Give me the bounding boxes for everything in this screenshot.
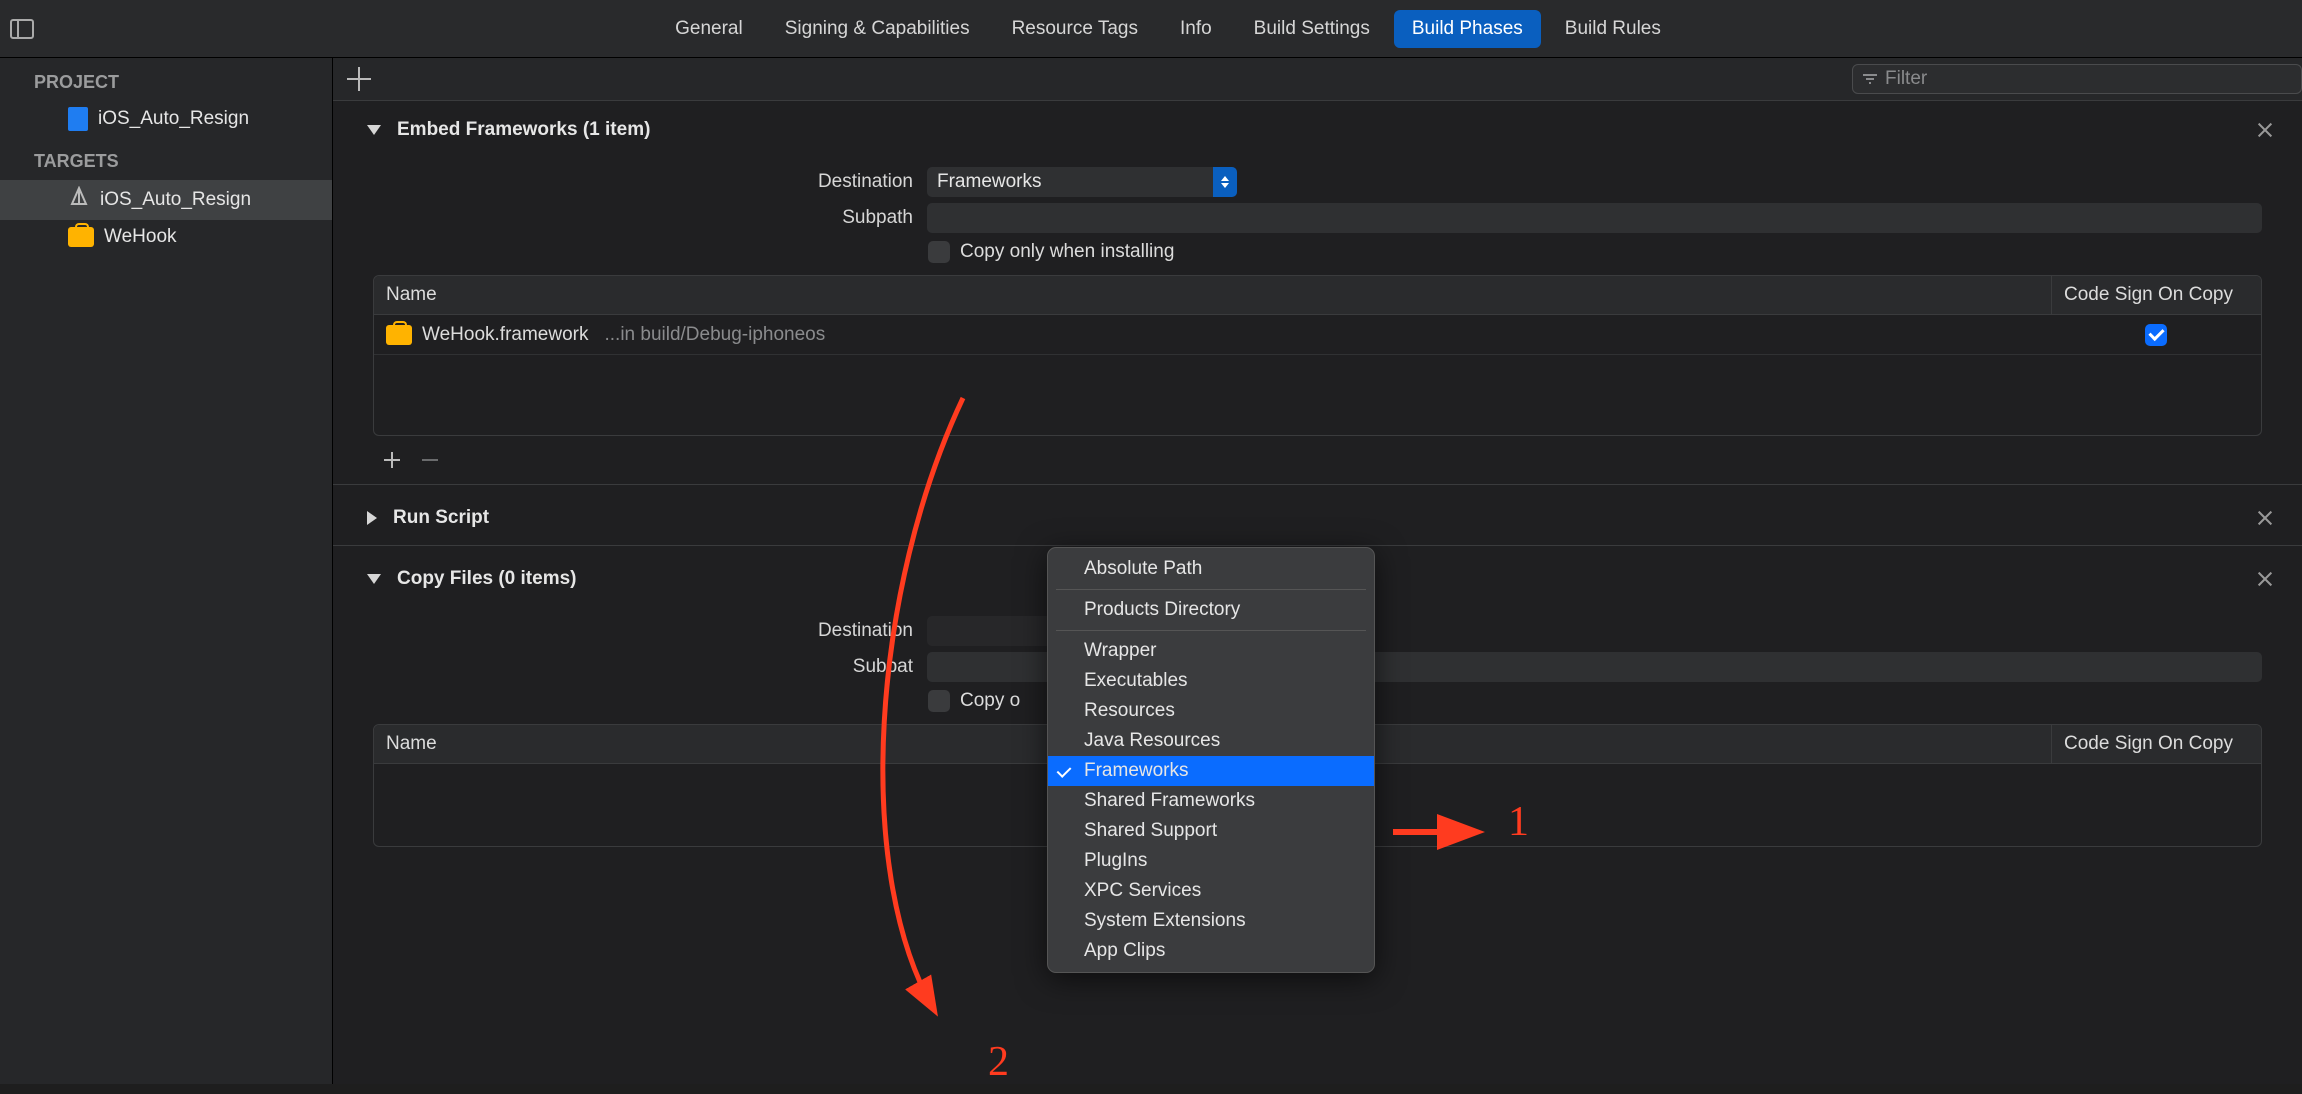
menu-item-absolute-path[interactable]: Absolute Path <box>1048 554 1374 584</box>
menu-item-xpc-services[interactable]: XPC Services <box>1048 876 1374 906</box>
copy-only-label: Copy only when installing <box>960 241 1174 263</box>
tab-general[interactable]: General <box>657 10 761 48</box>
menu-item-resources[interactable]: Resources <box>1048 696 1374 726</box>
filter-input[interactable]: Filter <box>1852 64 2302 94</box>
copy-only-checkbox[interactable] <box>928 241 950 263</box>
phase-topbar: Filter <box>333 58 2302 101</box>
phase-title: Copy Files (0 items) <box>397 568 577 590</box>
target-label: WeHook <box>104 226 177 248</box>
table-row[interactable]: WeHook.framework ...in build/Debug-iphon… <box>374 315 2261 355</box>
disclosure-triangle-icon[interactable] <box>367 511 377 525</box>
menu-item-executables[interactable]: Executables <box>1048 666 1374 696</box>
panel-toggle-icon[interactable] <box>10 19 34 39</box>
toolbox-icon <box>68 227 94 247</box>
remove-phase-icon[interactable] <box>2256 570 2274 588</box>
tab-build-phases[interactable]: Build Phases <box>1394 10 1541 48</box>
annotation-2: 2 <box>988 1038 1009 1086</box>
destination-label: Destination <box>373 620 913 642</box>
editor-tabs: GeneralSigning & CapabilitiesResource Ta… <box>657 10 1679 48</box>
destination-dropdown: Absolute Path Products Directory WrapperEx… <box>1047 547 1375 973</box>
tab-resource-tags[interactable]: Resource Tags <box>994 10 1156 48</box>
phase-title: Run Script <box>393 507 489 529</box>
section-label-project: PROJECT <box>0 58 332 101</box>
disclosure-triangle-icon[interactable] <box>367 574 381 584</box>
add-row-icon[interactable] <box>375 448 409 472</box>
subpath-label: Subpat <box>373 656 913 678</box>
framework-icon <box>386 325 412 345</box>
col-name: Name <box>374 276 2051 314</box>
col-code-sign: Code Sign On Copy <box>2051 725 2261 763</box>
filter-placeholder: Filter <box>1885 68 1927 90</box>
tab-build-rules[interactable]: Build Rules <box>1547 10 1679 48</box>
project-doc-icon <box>68 107 88 131</box>
phase-run-script: Run Script <box>333 489 2302 541</box>
remove-row-icon[interactable] <box>413 448 447 472</box>
remove-phase-icon[interactable] <box>2256 121 2274 139</box>
menu-item-plugins[interactable]: PlugIns <box>1048 846 1374 876</box>
disclosure-triangle-icon[interactable] <box>367 125 381 135</box>
menu-separator <box>1056 630 1366 631</box>
tab-info[interactable]: Info <box>1162 10 1230 48</box>
project-navigator: PROJECT iOS_Auto_Resign TARGETS iOS_Auto… <box>0 58 333 1084</box>
project-item[interactable]: iOS_Auto_Resign <box>0 101 332 137</box>
destination-value: Frameworks <box>937 171 1042 193</box>
tab-signing-capabilities[interactable]: Signing & Capabilities <box>767 10 988 48</box>
phase-embed-frameworks: Embed Frameworks (1 item) Destination Fr… <box>333 101 2302 480</box>
menu-separator <box>1056 589 1366 590</box>
destination-select[interactable]: Frameworks <box>927 167 1237 197</box>
subpath-label: Subpath <box>373 207 913 229</box>
menu-item-wrapper[interactable]: Wrapper <box>1048 636 1374 666</box>
code-sign-checkbox[interactable] <box>2145 324 2167 346</box>
build-phases-pane: Filter Embed Frameworks (1 item) Destina… <box>333 58 2302 1084</box>
copy-only-label: Copy o <box>960 690 1020 712</box>
subpath-input[interactable] <box>927 203 2262 233</box>
target-item-wehook[interactable]: WeHook <box>0 220 332 254</box>
framework-path: ...in build/Debug-iphoneos <box>604 324 825 346</box>
add-phase-icon[interactable] <box>347 67 371 91</box>
app-icon <box>68 186 90 214</box>
menu-item-shared-support[interactable]: Shared Support <box>1048 816 1374 846</box>
chevron-updown-icon <box>1213 167 1237 197</box>
framework-name: WeHook.framework <box>422 324 588 346</box>
destination-label: Destination <box>373 171 913 193</box>
target-label: iOS_Auto_Resign <box>100 189 251 211</box>
menu-item-shared-frameworks[interactable]: Shared Frameworks <box>1048 786 1374 816</box>
phase-header-runscript[interactable]: Run Script <box>333 489 2302 541</box>
menu-item-products-directory[interactable]: Products Directory <box>1048 595 1374 625</box>
main-toolbar: GeneralSigning & CapabilitiesResource Ta… <box>0 0 2302 58</box>
remove-phase-icon[interactable] <box>2256 509 2274 527</box>
section-label-targets: TARGETS <box>0 137 332 180</box>
filter-icon <box>1863 74 1877 84</box>
menu-item-frameworks[interactable]: Frameworks <box>1048 756 1374 786</box>
target-item-ios-auto-resign[interactable]: iOS_Auto_Resign <box>0 180 332 220</box>
phase-header-embed[interactable]: Embed Frameworks (1 item) <box>333 101 2302 153</box>
menu-item-app-clips[interactable]: App Clips <box>1048 936 1374 966</box>
menu-item-java-resources[interactable]: Java Resources <box>1048 726 1374 756</box>
tab-build-settings[interactable]: Build Settings <box>1236 10 1388 48</box>
col-code-sign: Code Sign On Copy <box>2051 276 2261 314</box>
phase-title: Embed Frameworks (1 item) <box>397 119 650 141</box>
embed-frameworks-table: Name Code Sign On Copy WeHook.framework … <box>373 275 2262 436</box>
project-name: iOS_Auto_Resign <box>98 108 249 130</box>
copy-only-checkbox[interactable] <box>928 690 950 712</box>
menu-item-system-extensions[interactable]: System Extensions <box>1048 906 1374 936</box>
